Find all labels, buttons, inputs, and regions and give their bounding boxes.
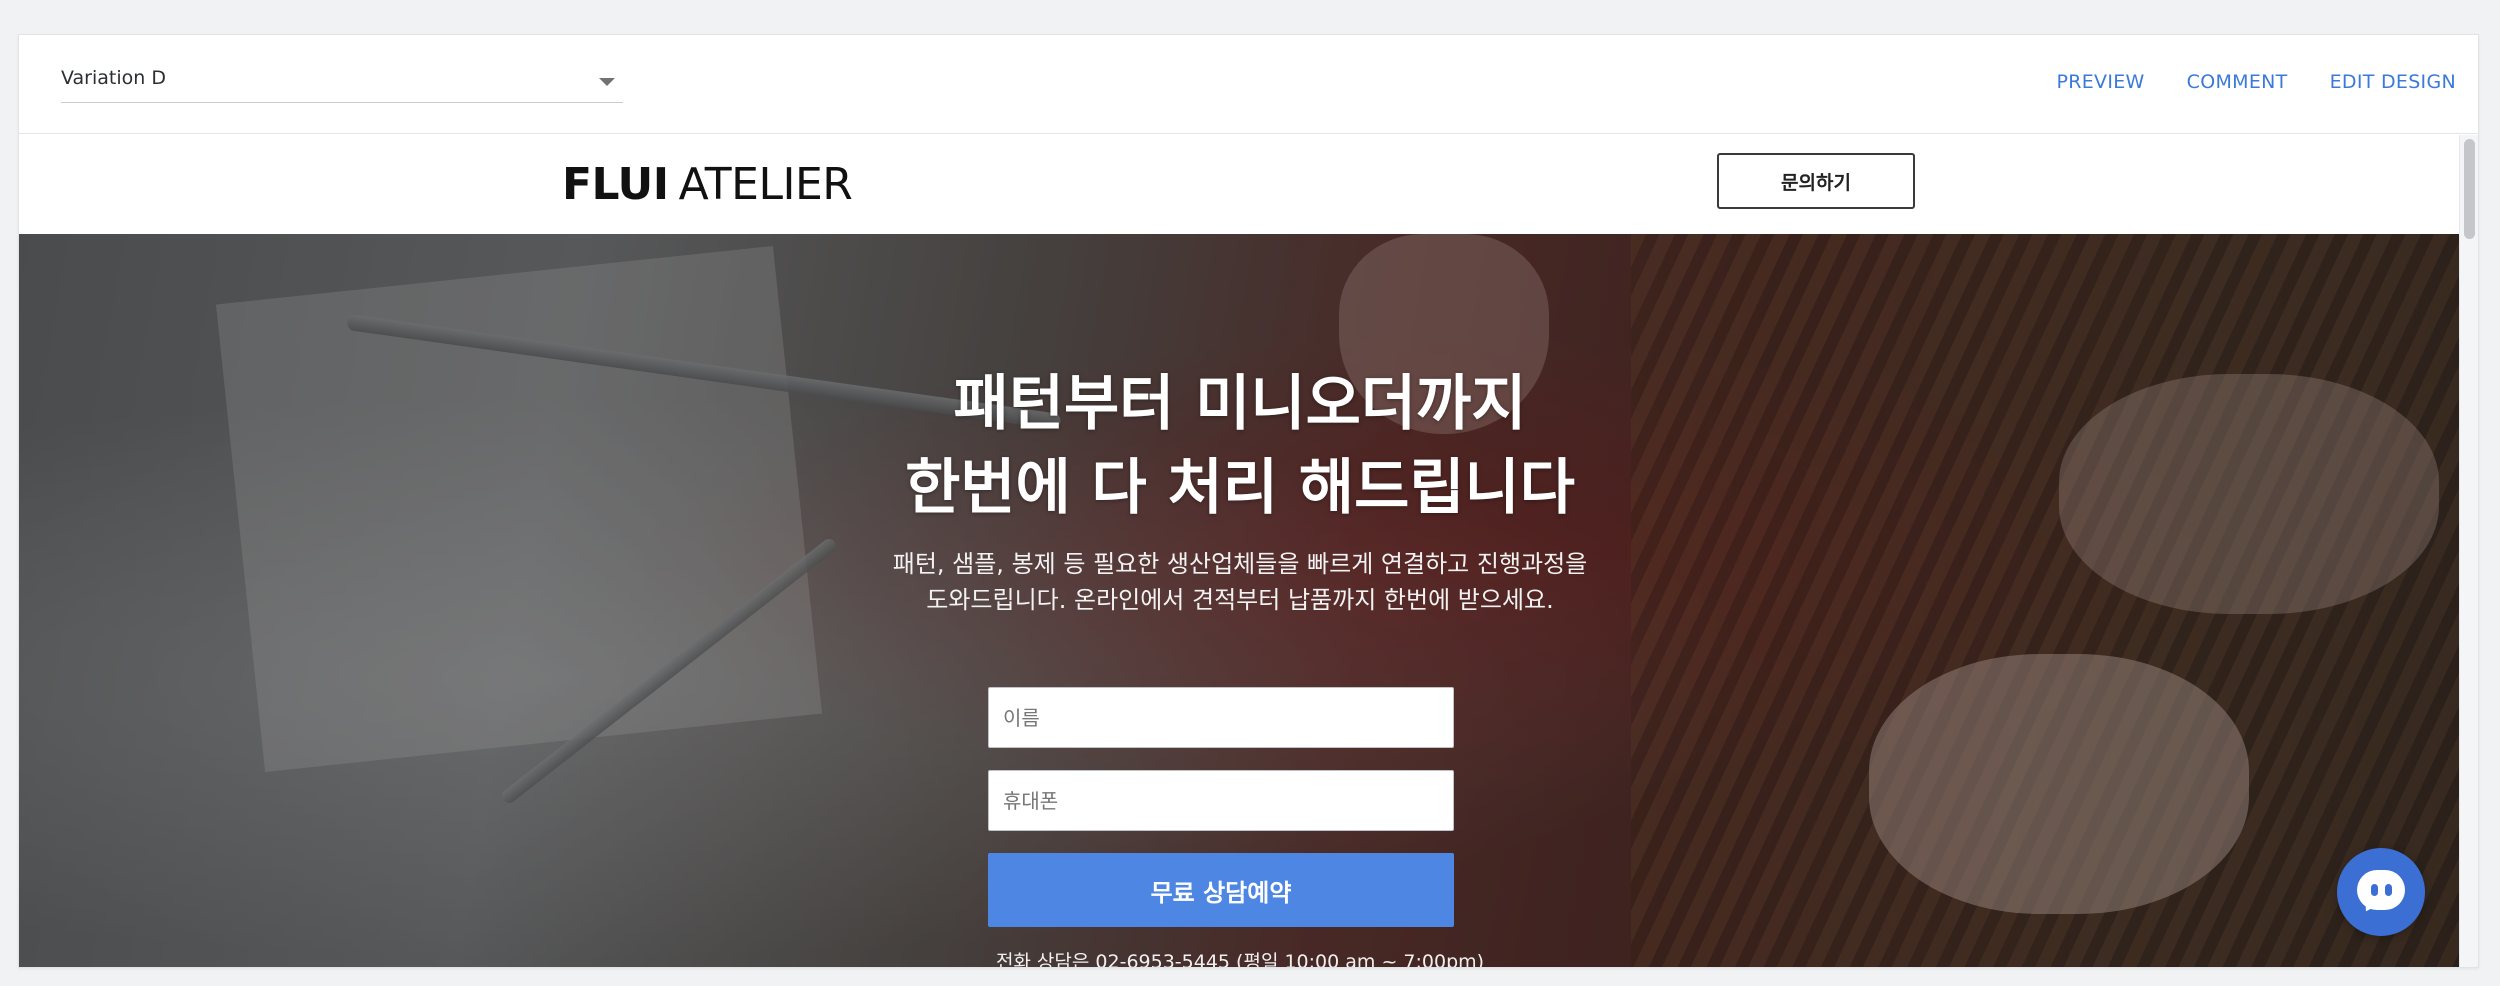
chat-icon-eye (2385, 884, 2392, 896)
chevron-down-icon (599, 78, 615, 86)
logo-wordmark-bold: FLUI (562, 159, 669, 210)
variation-select-value: Variation D (61, 67, 166, 89)
editor-frame: Variation D PREVIEW COMMENT EDIT DESIGN … (18, 34, 2479, 968)
site-logo[interactable]: FLUI ATELIER (562, 159, 853, 210)
variation-select[interactable]: Variation D (61, 65, 623, 103)
comment-link[interactable]: COMMENT (2187, 71, 2288, 93)
scrollbar-thumb[interactable] (2464, 139, 2475, 239)
chat-icon-eye (2371, 884, 2378, 896)
phone-consult-note: 전화 상담은 02-6953-5445 (평일 10:00 am ~ 7:00p… (995, 951, 1485, 968)
hero-section: 패턴부터 미니오더까지 한번에 다 처리 해드립니다 패턴, 샘플, 봉제 등 … (19, 234, 2461, 968)
hero-subtext-line: 도와드립니다. 온라인에서 견적부터 납품까지 한번에 받으세요. (926, 586, 1554, 614)
phone-field[interactable] (988, 770, 1454, 831)
preview-scrollbar[interactable] (2459, 135, 2478, 967)
preview-link[interactable]: PREVIEW (2056, 71, 2144, 93)
preview-viewport: FLUI ATELIER 문의하기 패턴부터 미니오더까지 한번에 다 처리 해드… (19, 135, 2461, 968)
chat-button[interactable] (2337, 848, 2425, 936)
editor-toolbar: Variation D PREVIEW COMMENT EDIT DESIGN (19, 35, 2478, 134)
hero-content: 패턴부터 미니오더까지 한번에 다 처리 해드립니다 패턴, 샘플, 봉제 등 … (19, 234, 2461, 968)
hero-headline-line: 패턴부터 미니오더까지 (953, 369, 1527, 439)
hero-headline-line: 한번에 다 처리 해드립니다 (905, 453, 1575, 523)
hero-headline: 패턴부터 미니오더까지 한번에 다 처리 해드립니다 (19, 362, 2461, 530)
edit-design-link[interactable]: EDIT DESIGN (2330, 71, 2456, 93)
inquiry-button[interactable]: 문의하기 (1717, 153, 1915, 209)
editor-actions: PREVIEW COMMENT EDIT DESIGN (2056, 71, 2456, 93)
logo-wordmark-light: ATELIER (678, 159, 853, 210)
consultation-submit-button[interactable]: 무료 상담예약 (988, 853, 1454, 927)
name-field[interactable] (988, 687, 1454, 748)
hero-subtext: 패턴, 샘플, 봉제 등 필요한 생산업체들을 빠르게 연결하고 진행과정을 도… (19, 546, 2461, 618)
site-header: FLUI ATELIER 문의하기 (19, 135, 2461, 234)
hero-subtext-line: 패턴, 샘플, 봉제 등 필요한 생산업체들을 빠르게 연결하고 진행과정을 (892, 550, 1588, 578)
